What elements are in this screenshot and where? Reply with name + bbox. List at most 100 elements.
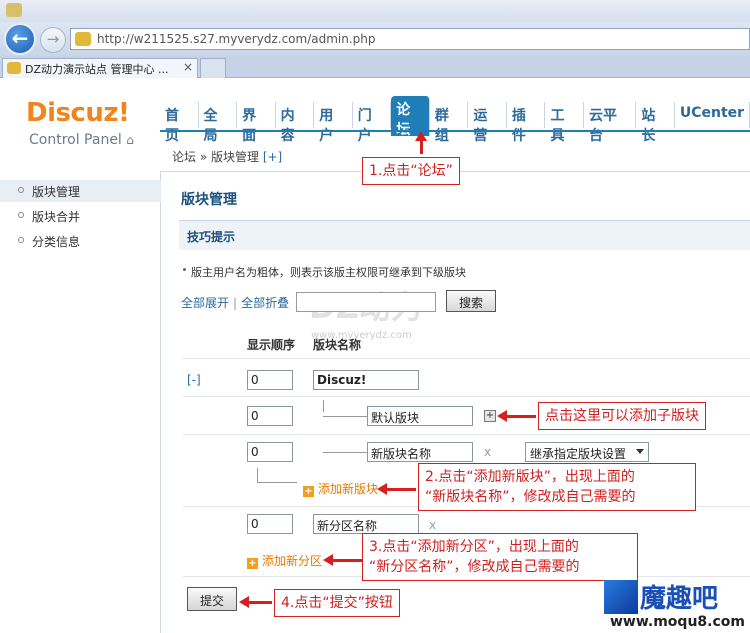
collapse-all-link[interactable]: 全部折叠	[241, 296, 289, 310]
annotation-arrow	[415, 131, 427, 154]
order-input[interactable]: 0	[247, 370, 293, 390]
nav-cloud[interactable]: 云平台	[584, 102, 637, 144]
order-input[interactable]: 0	[247, 442, 293, 462]
page-title: 版块管理	[181, 192, 237, 208]
bullet-icon	[18, 237, 24, 243]
add-forum-link[interactable]: + 添加新版块	[303, 480, 378, 497]
nav-portal[interactable]: 门户	[353, 102, 392, 144]
annotation-arrow	[323, 554, 362, 566]
annotation-step2-line1: 2.点击“添加新版块”，出现上面的	[425, 469, 635, 485]
tab-bar: DZ动力演示站点 管理中心 ... ×	[0, 56, 750, 78]
discuz-logo: Discuz!	[26, 98, 130, 128]
nav-groups[interactable]: 群组	[430, 102, 469, 144]
tips-header: 技巧提示	[179, 220, 750, 250]
back-button[interactable]: ←	[4, 23, 36, 55]
nav-webmaster[interactable]: 站长	[636, 102, 675, 144]
plus-icon: +	[303, 486, 314, 497]
order-input[interactable]: 0	[247, 514, 293, 534]
search-button[interactable]: 搜索	[446, 290, 496, 312]
tree-line	[323, 452, 367, 453]
collapse-toggle[interactable]: [-]	[187, 373, 201, 387]
annotation-step3-line1: 3.点击“添加新分区”，出现上面的	[369, 539, 579, 555]
sidebar-item-forum-manage[interactable]: 版块管理	[0, 180, 161, 202]
plus-icon: +	[247, 558, 258, 569]
add-subforum-icon[interactable]: +	[484, 410, 496, 422]
nav-global[interactable]: 全局	[199, 102, 238, 144]
inherit-settings-select[interactable]: 继承指定版块设置	[525, 442, 649, 462]
annotation-step2-line2: “新版块名称”，修改成自己需要的	[425, 489, 636, 505]
forum-name-input[interactable]: 默认版块	[367, 406, 473, 426]
sidebar: 版块管理 版块合并 分类信息	[0, 172, 161, 633]
expand-all-link[interactable]: 全部展开	[181, 296, 229, 310]
nav-tools[interactable]: 工具	[545, 102, 585, 144]
column-header-order: 显示顺序	[247, 338, 296, 352]
address-toolbar: ← → http://w211525.s27.myverydz.com/admi…	[0, 22, 750, 56]
column-header-name: 版块名称	[313, 338, 362, 352]
bullet-icon	[18, 187, 24, 193]
delete-row-icon[interactable]: x	[484, 445, 491, 459]
home-icon: ⌂	[126, 133, 134, 147]
sidebar-item-forum-merge[interactable]: 版块合并	[0, 205, 161, 227]
top-navigation: 首页 全局 界面 内容 用户 门户 论坛 群组 运营 插件 工具 云平台 站长 …	[160, 96, 750, 144]
separator: |	[233, 296, 238, 310]
nav-home[interactable]: 首页	[160, 102, 199, 144]
browser-tab[interactable]: DZ动力演示站点 管理中心 ... ×	[2, 58, 198, 78]
brand-name: 魔趣吧	[640, 584, 719, 614]
brand-site: www.moqu8.com	[610, 614, 745, 630]
add-category-label: 添加新分区	[262, 554, 323, 568]
sidebar-item-label: 版块合并	[32, 210, 81, 224]
annotation-step1: 1.点击“论坛”	[362, 157, 460, 185]
cube-logo-icon	[604, 580, 638, 614]
breadcrumb-add-link[interactable]: [+]	[263, 150, 282, 164]
order-input[interactable]: 0	[247, 406, 293, 426]
tab-favicon-icon	[7, 62, 21, 74]
breadcrumb-text: 论坛 » 版块管理	[172, 150, 259, 164]
select-value: 继承指定版块设置	[530, 447, 627, 461]
sidebar-item-thread-types[interactable]: 分类信息	[0, 230, 161, 252]
chevron-down-icon	[636, 449, 644, 454]
nav-content[interactable]: 内容	[276, 102, 315, 144]
search-input[interactable]	[296, 292, 436, 312]
forward-button[interactable]: →	[40, 27, 66, 53]
nav-ucenter[interactable]: UCenter	[675, 102, 750, 128]
category-name-input[interactable]: Discuz!	[313, 370, 419, 390]
row-divider	[183, 434, 750, 435]
annotation-step2: 2.点击“添加新版块”，出现上面的 “新版块名称”，修改成自己需要的	[418, 463, 696, 511]
row-divider	[183, 396, 750, 397]
logo-subtitle: Control Panel ⌂	[29, 132, 134, 148]
tab-close-icon[interactable]: ×	[183, 60, 193, 74]
expand-controls: 全部展开 | 全部折叠	[181, 294, 289, 311]
app-icon	[6, 3, 22, 17]
annotation-step4: 4.点击“提交”按钮	[274, 589, 400, 617]
tree-line	[257, 468, 258, 482]
sidebar-item-label: 分类信息	[32, 235, 81, 249]
favicon-icon	[75, 32, 91, 46]
submit-button[interactable]: 提交	[187, 587, 237, 611]
nav-underline	[160, 130, 750, 132]
annotation-step3-line2: “新分区名称”，修改成自己需要的	[369, 559, 580, 575]
tip-text: 版主用户名为粗体，则表示该版主权限可继承到下级版块	[191, 266, 466, 279]
nav-interface[interactable]: 界面	[237, 102, 276, 144]
delete-row-icon[interactable]: x	[429, 518, 436, 532]
new-tab-button[interactable]	[200, 58, 226, 78]
bullet-icon	[18, 212, 24, 218]
tree-line	[257, 482, 297, 483]
moqu8-watermark: 魔趣吧 www.moqu8.com	[600, 578, 750, 633]
new-category-name-input[interactable]: 新分区名称	[313, 514, 419, 534]
tree-line	[323, 416, 367, 417]
address-bar[interactable]: http://w211525.s27.myverydz.com/admin.ph…	[70, 28, 750, 50]
tree-line	[323, 400, 324, 412]
tip-bullet	[183, 268, 186, 271]
sidebar-item-label: 版块管理	[32, 185, 81, 199]
nav-operations[interactable]: 运营	[468, 102, 507, 144]
new-forum-name-input[interactable]: 新版块名称	[367, 442, 473, 462]
window-titlebar	[0, 0, 750, 22]
annotation-arrow	[377, 483, 416, 495]
annotation-arrow	[239, 596, 272, 608]
nav-users[interactable]: 用户	[314, 102, 353, 144]
annotation-arrow	[497, 410, 536, 422]
nav-plugins[interactable]: 插件	[507, 102, 546, 144]
tab-title: DZ动力演示站点 管理中心 ...	[25, 63, 169, 76]
add-forum-label: 添加新版块	[318, 482, 379, 496]
add-category-link[interactable]: + 添加新分区	[247, 552, 322, 569]
